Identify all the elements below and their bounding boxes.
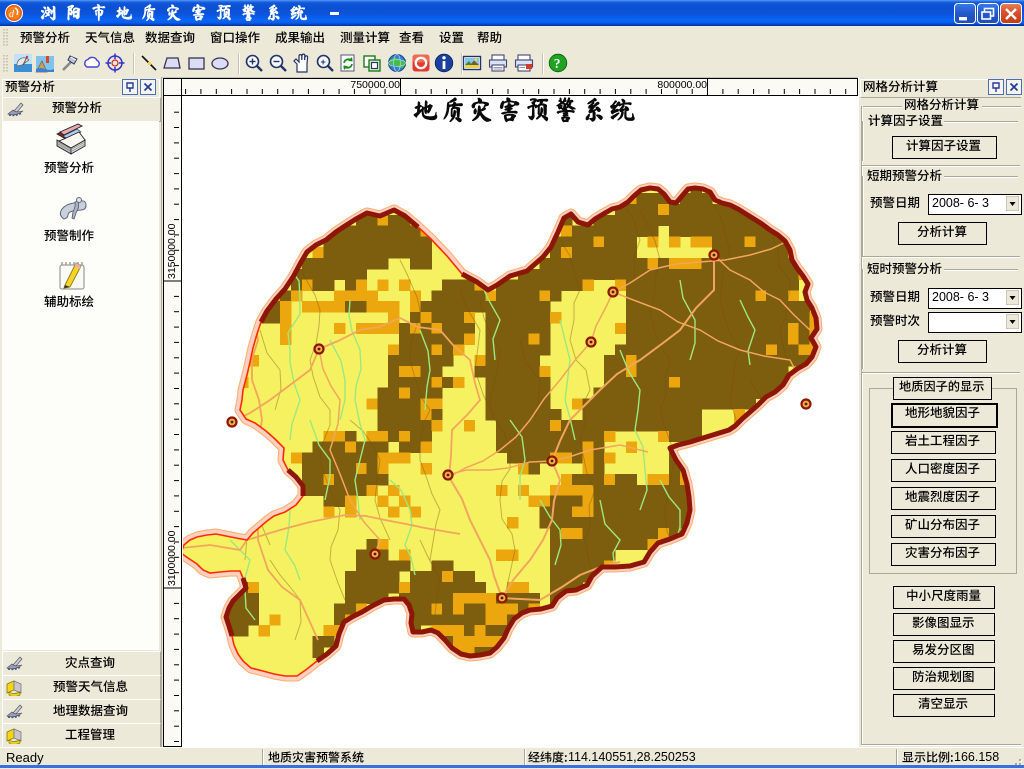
svg-text:?: ? <box>554 56 561 71</box>
svg-text:+: + <box>321 57 326 67</box>
